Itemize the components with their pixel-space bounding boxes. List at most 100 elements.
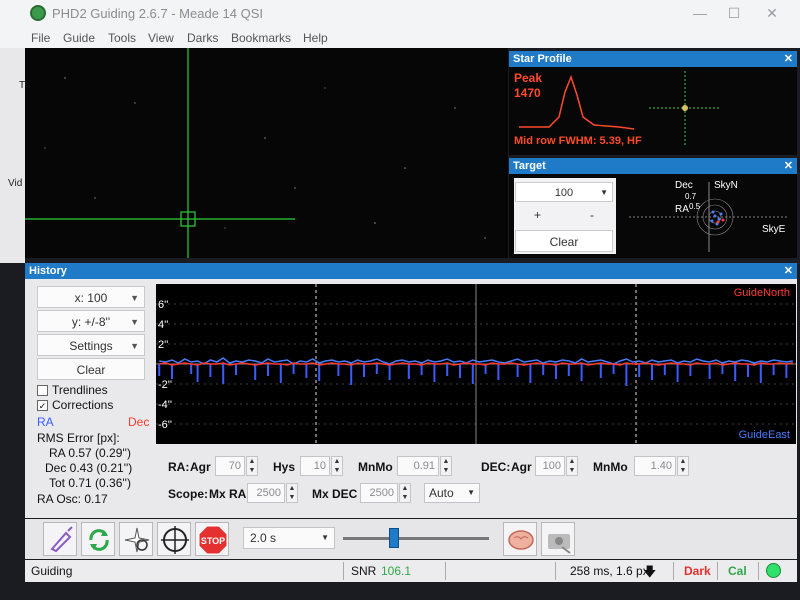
target-zoom-out-button[interactable]: - bbox=[590, 208, 594, 222]
gamma-slider-thumb[interactable] bbox=[389, 528, 400, 548]
ra-hys-label: Hys bbox=[273, 460, 296, 474]
maximize-icon[interactable]: ☐ bbox=[724, 4, 744, 22]
guide-button[interactable] bbox=[157, 522, 191, 556]
menu-help[interactable]: Help bbox=[303, 31, 328, 45]
target-zoom-select[interactable]: 100 ▼ bbox=[515, 182, 613, 202]
corrections-label: Corrections bbox=[52, 398, 114, 412]
target-plot bbox=[629, 182, 789, 252]
ra-correction-bar bbox=[254, 364, 257, 380]
star-profile-close-icon[interactable]: ✕ bbox=[784, 51, 793, 67]
loop-arrows-icon bbox=[89, 529, 109, 551]
strip-label-vid: Vid bbox=[8, 178, 23, 189]
gamma-slider-track[interactable] bbox=[343, 537, 489, 540]
ra-correction-bar bbox=[772, 364, 775, 375]
target-dec-label: Dec bbox=[675, 180, 693, 191]
graph-tick-label: 4'' bbox=[158, 319, 168, 331]
camera-settings-button[interactable] bbox=[541, 522, 575, 556]
dec-agr-field[interactable]: 100 bbox=[535, 456, 565, 476]
target-clear-button[interactable]: Clear bbox=[515, 230, 613, 252]
ra-mnmo-field[interactable]: 0.91 bbox=[397, 456, 439, 476]
ra-agr-field[interactable]: 70 bbox=[215, 456, 245, 476]
chevron-down-icon: ▼ bbox=[600, 188, 608, 197]
rms-tot: Tot 0.71 (0.36'') bbox=[49, 476, 131, 490]
star-profile-panel: Star Profile ✕ Peak 1470 Mid row FWHM: 5… bbox=[509, 51, 797, 155]
ra-agr-spinner[interactable]: ▲ ▼ bbox=[246, 456, 258, 476]
camera-image bbox=[25, 48, 486, 258]
target-skyn-label: SkyN bbox=[714, 180, 738, 191]
status-bar: Guiding SNR 106.1 258 ms, 1.6 px 🡇 Dark … bbox=[25, 560, 797, 582]
ra-correction-bar bbox=[279, 364, 282, 383]
mx-ra-spinner[interactable]: ▲ ▼ bbox=[286, 483, 298, 503]
auto-select-star-button[interactable] bbox=[119, 522, 153, 556]
stop-button[interactable]: STOP bbox=[195, 522, 229, 556]
target-zoom-in-button[interactable]: + bbox=[534, 208, 541, 222]
dec-mode-select[interactable]: Auto ▼ bbox=[424, 483, 480, 503]
menu-tools[interactable]: Tools bbox=[108, 31, 136, 45]
menu-file[interactable]: File bbox=[31, 31, 50, 45]
dec-mnmo-label: MnMo bbox=[593, 460, 628, 474]
chevron-down-icon: ▼ bbox=[130, 293, 139, 303]
frame-timing: 258 ms, 1.6 px bbox=[570, 564, 649, 578]
graph-tick-label: -6'' bbox=[158, 419, 172, 431]
brain-button[interactable] bbox=[503, 522, 537, 556]
ra-mnmo-spinner[interactable]: ▲ ▼ bbox=[440, 456, 452, 476]
history-header: History ✕ bbox=[25, 263, 797, 279]
ra-correction-bar bbox=[171, 364, 173, 379]
history-panel: History ✕ x: 100 ▼ y: +/-8'' ▼ Settings ▼ C… bbox=[25, 263, 797, 518]
history-x-select[interactable]: x: 100 ▼ bbox=[37, 286, 145, 308]
target-zoom-value: 100 bbox=[554, 187, 574, 199]
exposure-select[interactable]: 2.0 s ▼ bbox=[243, 527, 335, 549]
target-ra-label: RA bbox=[675, 204, 689, 215]
history-y-select[interactable]: y: +/-8'' ▼ bbox=[37, 310, 145, 332]
ra-correction-bar bbox=[459, 364, 461, 378]
rms-ra: RA 0.57 (0.29'') bbox=[49, 446, 131, 460]
menu-view[interactable]: View bbox=[148, 31, 174, 45]
menu-guide[interactable]: Guide bbox=[63, 31, 95, 45]
ra-correction-bar bbox=[318, 364, 321, 381]
close-icon[interactable]: ✕ bbox=[762, 4, 782, 22]
chevron-down-icon: ▼ bbox=[467, 488, 475, 497]
history-graph[interactable]: 6'' 4'' 2'' -2'' -4'' -6'' GuideNorth GuideEa… bbox=[156, 284, 796, 444]
ra-correction-bar bbox=[542, 364, 545, 375]
use-camera-button[interactable] bbox=[43, 522, 77, 556]
stop-sign-icon: STOP bbox=[198, 525, 228, 555]
target-close-icon[interactable]: ✕ bbox=[784, 158, 793, 174]
ra-correction-bar bbox=[196, 364, 199, 382]
history-close-icon[interactable]: ✕ bbox=[784, 263, 793, 279]
ra-correction-bar bbox=[676, 364, 679, 382]
window-title: PHD2 Guiding 2.6.7 - Meade 14 QSI bbox=[52, 6, 264, 21]
ra-correction-bar bbox=[651, 364, 653, 380]
graph-guide-north-label: GuideNorth bbox=[733, 287, 790, 299]
dec-mnmo-field[interactable]: 1.40 bbox=[634, 456, 676, 476]
menu-darks[interactable]: Darks bbox=[187, 31, 218, 45]
corrections-checkbox[interactable]: ✓ bbox=[37, 400, 48, 411]
ra-correction-bar bbox=[638, 364, 641, 377]
ra-correction-bar bbox=[305, 364, 308, 378]
toolbar: STOP 2.0 s ▼ bbox=[25, 519, 797, 559]
target-ring-label-inner: 0.5 bbox=[689, 202, 701, 211]
ra-osc: RA Osc: 0.17 bbox=[37, 492, 108, 506]
history-settings-button[interactable]: Settings ▼ bbox=[37, 334, 145, 356]
history-clear-button[interactable]: Clear bbox=[37, 358, 145, 380]
graph-tick-label: 6'' bbox=[158, 299, 168, 311]
menu-bar: File Guide Tools View Darks Bookmarks He… bbox=[0, 28, 800, 48]
ra-hys-field[interactable]: 10 bbox=[300, 456, 330, 476]
crosshair-target-icon bbox=[161, 526, 189, 554]
dec-mnmo-spinner[interactable]: ▲ ▼ bbox=[677, 456, 689, 476]
ra-hys-spinner[interactable]: ▲ ▼ bbox=[331, 456, 343, 476]
minimize-icon[interactable]: — bbox=[690, 4, 710, 22]
chevron-down-icon: ▼ bbox=[130, 341, 139, 351]
mx-dec-field[interactable]: 2500 bbox=[360, 483, 398, 503]
menu-bookmarks[interactable]: Bookmarks bbox=[231, 31, 291, 45]
ra-mnmo-label: MnMo bbox=[358, 460, 393, 474]
trendlines-checkbox[interactable] bbox=[37, 385, 48, 396]
mx-ra-field[interactable]: 2500 bbox=[247, 483, 285, 503]
mx-dec-spinner[interactable]: ▲ ▼ bbox=[399, 483, 411, 503]
ra-correction-bar bbox=[785, 364, 788, 378]
camera-view[interactable] bbox=[25, 48, 508, 258]
loop-button[interactable] bbox=[81, 522, 115, 556]
exposure-value: 2.0 s bbox=[250, 531, 277, 545]
legend-dec: Dec bbox=[128, 415, 150, 429]
dec-agr-spinner[interactable]: ▲ ▼ bbox=[566, 456, 578, 476]
connection-status-icon bbox=[766, 563, 781, 578]
